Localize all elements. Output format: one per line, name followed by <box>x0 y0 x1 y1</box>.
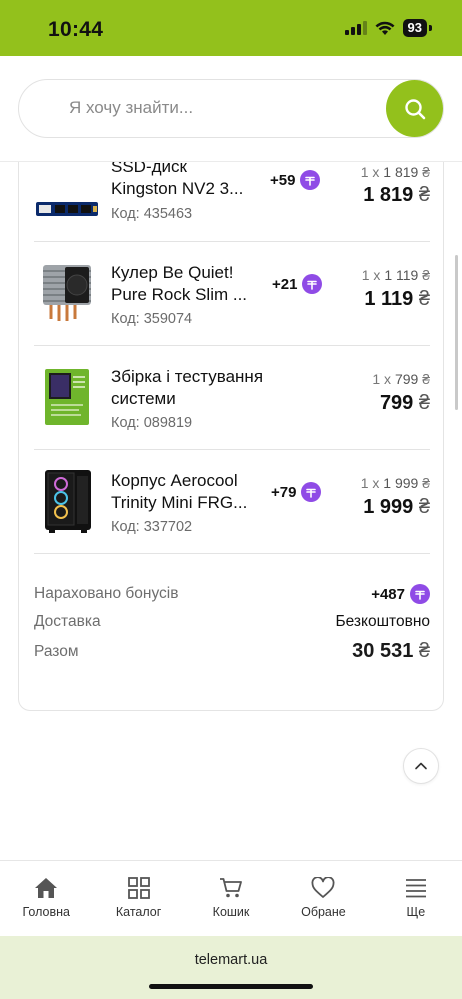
grid-icon <box>127 877 150 899</box>
bonus-points: +59 <box>270 170 321 190</box>
home-indicator[interactable] <box>149 984 313 989</box>
order-summary-card: SSD-диск Kingston NV2 3... Код: 435463 +… <box>18 162 444 711</box>
product-image-ssd <box>34 176 100 242</box>
status-bar: 10:44 93 <box>0 0 462 56</box>
item-total: 1 999 ₴ <box>363 496 430 518</box>
product-code: Код: 337702 <box>111 519 193 535</box>
home-icon <box>35 878 58 898</box>
product-name[interactable]: SSD-диск Kingston NV2 3... <box>111 162 263 200</box>
chevron-up-icon <box>415 762 427 770</box>
product-image-case <box>34 468 100 534</box>
product-image-cooler <box>34 260 100 326</box>
product-name[interactable]: Збірка і тестування системи <box>111 366 311 410</box>
product-code: Код: 435463 <box>111 206 193 222</box>
delivery-label: Доставка <box>34 613 101 630</box>
total-value: 30 531 ₴ <box>352 640 430 662</box>
menu-icon <box>405 879 426 898</box>
nav-label: Ще <box>406 905 426 919</box>
bottom-navigation: Головна Каталог Кошик Обране Ще <box>0 860 462 936</box>
cart-item[interactable]: SSD-диск Kingston NV2 3... Код: 435463 +… <box>34 162 430 242</box>
status-icons: 93 <box>344 19 432 37</box>
bonus-points: +79 <box>271 482 322 502</box>
page-scrollbar[interactable] <box>455 255 458 410</box>
scroll-to-top-button[interactable] <box>403 748 439 784</box>
battery-icon <box>429 25 432 31</box>
total-row: Разом 30 531 ₴ <box>34 640 430 663</box>
search-input[interactable] <box>69 98 369 118</box>
delivery-value: Безкоштовно <box>335 613 430 630</box>
bonus-coin-icon <box>302 274 323 294</box>
cart-icon <box>220 878 242 898</box>
nav-cart[interactable]: Кошик <box>185 861 277 936</box>
search-box <box>18 79 444 138</box>
nav-favorites[interactable]: Обране <box>277 861 369 936</box>
site-url[interactable]: telemart.ua <box>0 952 462 968</box>
unit-price: 1 x 1 999 ₴ <box>360 475 430 491</box>
product-image-assembly <box>34 364 100 430</box>
unit-price: 1 x 1 819 ₴ <box>360 164 430 180</box>
nav-label: Каталог <box>115 905 162 919</box>
bonus-coin-icon <box>300 170 321 190</box>
unit-price: 1 x 799 ₴ <box>372 371 430 387</box>
delivery-row: Доставка Безкоштовно <box>34 613 430 631</box>
unit-price: 1 x 1 119 ₴ <box>361 267 430 283</box>
product-code: Код: 089819 <box>111 415 193 431</box>
bonus-coin-icon <box>301 482 322 502</box>
wifi-icon <box>375 21 395 35</box>
nav-more[interactable]: Ще <box>370 861 462 936</box>
product-name[interactable]: Кулер Be Quiet! Pure Rock Slim ... <box>111 262 263 306</box>
browser-address-bar[interactable]: telemart.ua <box>0 936 462 999</box>
nav-catalog[interactable]: Каталог <box>92 861 184 936</box>
nav-label: Обране <box>301 905 346 919</box>
cellular-signal-icon <box>344 21 367 35</box>
cart-item[interactable]: Збірка і тестування системи Код: 089819 … <box>34 346 430 450</box>
status-time: 10:44 <box>48 18 104 41</box>
nav-home[interactable]: Головна <box>0 861 92 936</box>
battery-level: 93 <box>402 19 427 37</box>
bonus-coin-icon <box>410 584 430 604</box>
bonus-summary-label: Нараховано бонусів <box>34 585 179 602</box>
product-name[interactable]: Корпус Aerocool Trinity Mini FRG... <box>111 470 263 514</box>
search-header <box>0 56 462 162</box>
nav-label: Головна <box>22 905 70 919</box>
bonus-summary-row: Нараховано бонусів +487 <box>34 584 430 604</box>
cart-item[interactable]: Кулер Be Quiet! Pure Rock Slim ... Код: … <box>34 242 430 346</box>
item-total: 799 ₴ <box>379 392 430 414</box>
cart-item[interactable]: Корпус Aerocool Trinity Mini FRG... Код:… <box>34 450 430 554</box>
bonus-points: +21 <box>272 274 323 294</box>
search-button[interactable] <box>386 80 443 137</box>
bonus-summary-value: +487 <box>371 584 430 604</box>
total-label: Разом <box>34 642 79 660</box>
item-total: 1 819 ₴ <box>363 184 430 206</box>
nav-label: Кошик <box>212 905 250 919</box>
item-total: 1 119 ₴ <box>364 288 430 310</box>
product-code: Код: 359074 <box>111 311 193 327</box>
heart-icon <box>311 877 335 898</box>
search-icon <box>404 98 425 119</box>
